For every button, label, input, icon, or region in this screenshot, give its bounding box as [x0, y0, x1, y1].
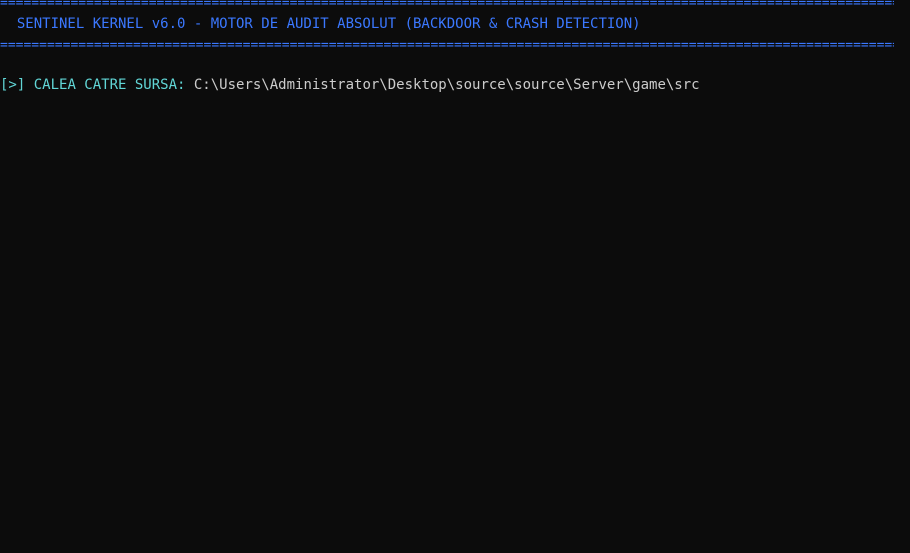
console-window[interactable]: ========================================…: [0, 0, 910, 553]
prompt-marker: [>]: [0, 77, 26, 93]
source-path-input[interactable]: C:\Users\Administrator\Desktop\source\so…: [194, 77, 700, 93]
banner-title: SENTINEL KERNEL v6.0 - MOTOR DE AUDIT AB…: [0, 16, 641, 32]
prompt-label: CALEA CATRE SURSA:: [25, 77, 194, 93]
banner-bottom-rule: ========================================…: [0, 38, 894, 53]
path-prompt[interactable]: [>] CALEA CATRE SURSA: C:\Users\Administ…: [0, 75, 910, 95]
banner-top-rule: ========================================…: [0, 0, 894, 11]
